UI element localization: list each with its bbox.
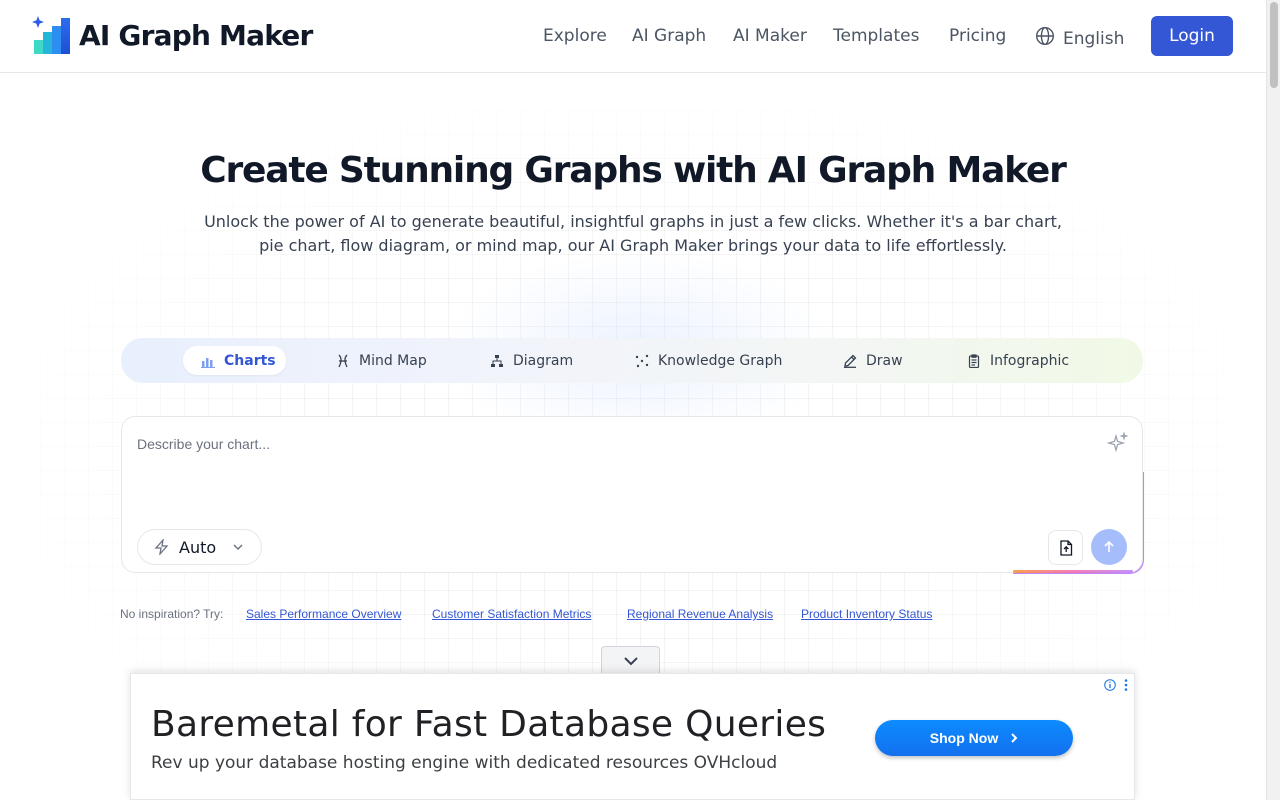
lightning-icon — [154, 539, 169, 555]
send-button[interactable] — [1091, 529, 1127, 565]
hero-subtitle: Unlock the power of AI to generate beaut… — [204, 212, 1062, 255]
tab-charts[interactable]: Charts — [183, 346, 286, 375]
page-scrollbar[interactable] — [1266, 0, 1280, 800]
ad-title[interactable]: Baremetal for Fast Database Queries — [151, 704, 826, 745]
ad-cta-label: Shop Now — [929, 730, 999, 746]
tab-infographic[interactable]: Infographic — [966, 346, 1069, 375]
clipboard-icon — [966, 353, 982, 369]
knowledge-graph-icon — [634, 353, 650, 369]
tab-label: Diagram — [513, 352, 574, 369]
pencil-icon — [842, 353, 858, 369]
chevron-down-icon — [232, 541, 244, 553]
bar-chart-sparkle-logo — [31, 14, 73, 56]
suggestion-link[interactable]: Product Inventory Status — [801, 607, 932, 621]
ad-description[interactable]: Rev up your database hosting engine with… — [151, 753, 777, 773]
diagram-icon — [489, 353, 505, 369]
chart-prompt-input[interactable] — [137, 434, 1077, 454]
mode-tabs: Charts Mind Map Diagram Knowledge Graph … — [121, 338, 1143, 383]
suggestion-link[interactable]: Customer Satisfaction Metrics — [432, 607, 591, 621]
scrollbar-thumb[interactable] — [1270, 2, 1278, 88]
arrow-up-icon — [1102, 540, 1116, 554]
brand[interactable]: AI Graph Maker — [31, 14, 313, 56]
suggestions-label: No inspiration? Try: — [120, 607, 224, 621]
tab-label: Mind Map — [359, 352, 427, 369]
chevron-down-icon — [623, 656, 639, 666]
language-selector[interactable]: English — [1035, 26, 1124, 51]
suggestion-link[interactable]: Regional Revenue Analysis — [627, 607, 773, 621]
file-upload-icon — [1059, 539, 1073, 556]
brand-name: AI Graph Maker — [79, 18, 313, 52]
mode-select[interactable]: Auto — [137, 529, 262, 565]
nav-pricing[interactable]: Pricing — [949, 26, 1006, 46]
chevron-right-icon — [1010, 732, 1018, 744]
globe-icon — [1035, 26, 1055, 51]
tab-mind-map[interactable]: Mind Map — [335, 346, 427, 375]
login-button[interactable]: Login — [1151, 16, 1233, 56]
tab-diagram[interactable]: Diagram — [489, 346, 573, 375]
site-header: AI Graph Maker Explore AI Graph AI Maker… — [0, 0, 1266, 73]
mode-label: Auto — [179, 537, 217, 557]
tab-draw[interactable]: Draw — [842, 346, 903, 375]
collapse-ad-button[interactable] — [601, 646, 660, 674]
sparkle-icon[interactable] — [1106, 431, 1129, 454]
card-gradient-underline — [1013, 570, 1133, 573]
hero-title: Create Stunning Graphs with AI Graph Mak… — [200, 150, 1067, 191]
mind-map-icon — [335, 353, 351, 369]
nav-explore[interactable]: Explore — [543, 26, 607, 46]
nav-templates[interactable]: Templates — [833, 26, 919, 46]
suggestion-link[interactable]: Sales Performance Overview — [246, 607, 401, 621]
tab-knowledge-graph[interactable]: Knowledge Graph — [634, 346, 782, 375]
ad-info-icon[interactable] — [1104, 678, 1116, 691]
ad-shop-now-button[interactable]: Shop Now — [875, 720, 1073, 756]
tab-label: Knowledge Graph — [658, 352, 783, 369]
tab-label: Draw — [866, 352, 903, 369]
tab-label: Infographic — [990, 352, 1070, 369]
language-label: English — [1063, 28, 1125, 49]
nav-ai-graph[interactable]: AI Graph — [632, 26, 706, 46]
nav-ai-maker[interactable]: AI Maker — [733, 26, 807, 46]
tab-label: Charts — [224, 352, 276, 369]
upload-file-button[interactable] — [1048, 530, 1083, 565]
bar-chart-icon — [200, 353, 216, 369]
ad-menu-icon[interactable] — [1124, 678, 1128, 692]
